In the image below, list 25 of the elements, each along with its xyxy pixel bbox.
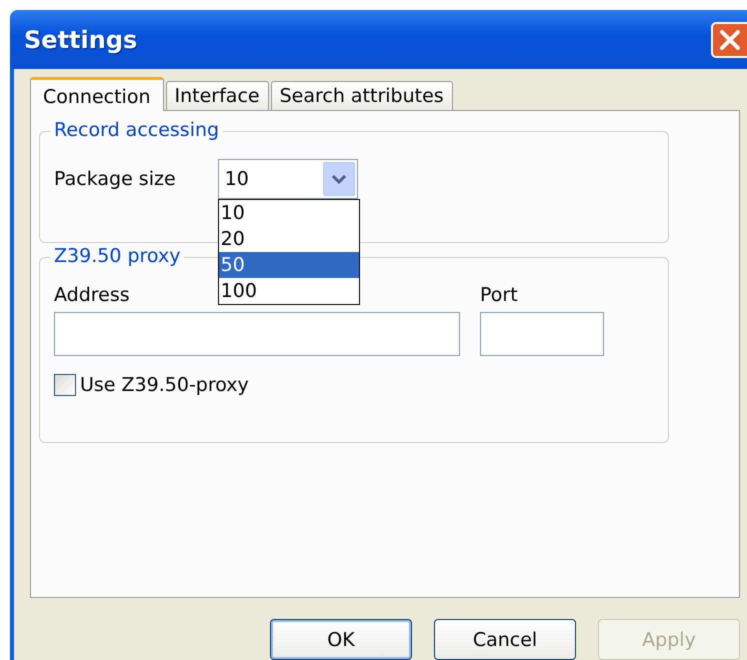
group-title: Record accessing bbox=[50, 119, 224, 141]
port-field[interactable] bbox=[480, 312, 604, 356]
tab[interactable]: Connection bbox=[30, 77, 164, 111]
dropdown-option[interactable]: 100 bbox=[218, 278, 359, 304]
dropdown-option[interactable]: 20 bbox=[218, 226, 359, 252]
tab[interactable]: Interface bbox=[166, 81, 269, 110]
dropdown-value: 10 bbox=[224, 168, 249, 190]
close-icon bbox=[719, 28, 741, 50]
dropdown-option[interactable]: 10 bbox=[218, 200, 359, 226]
address-field[interactable] bbox=[54, 312, 460, 356]
dialog-button[interactable]: Cancel bbox=[434, 619, 576, 660]
field-label: Package size bbox=[54, 168, 176, 190]
window-title: Settings bbox=[24, 26, 138, 54]
close-button[interactable] bbox=[711, 22, 747, 58]
tab[interactable]: Search attributes bbox=[270, 81, 453, 110]
dropdown-button[interactable] bbox=[322, 162, 355, 196]
checkbox-label: Use Z39.50-proxy bbox=[80, 374, 249, 396]
dropdown-option[interactable]: 50 bbox=[218, 252, 359, 278]
package-size-dropdown[interactable]: 10 bbox=[218, 159, 358, 199]
field-label: Port bbox=[480, 284, 518, 306]
group-title: Z39.50 proxy bbox=[50, 245, 184, 267]
field-label: Address bbox=[54, 284, 130, 306]
chevron-down-icon bbox=[330, 173, 347, 185]
dialog-button[interactable]: OK bbox=[270, 619, 412, 660]
checkbox[interactable] bbox=[54, 374, 76, 396]
